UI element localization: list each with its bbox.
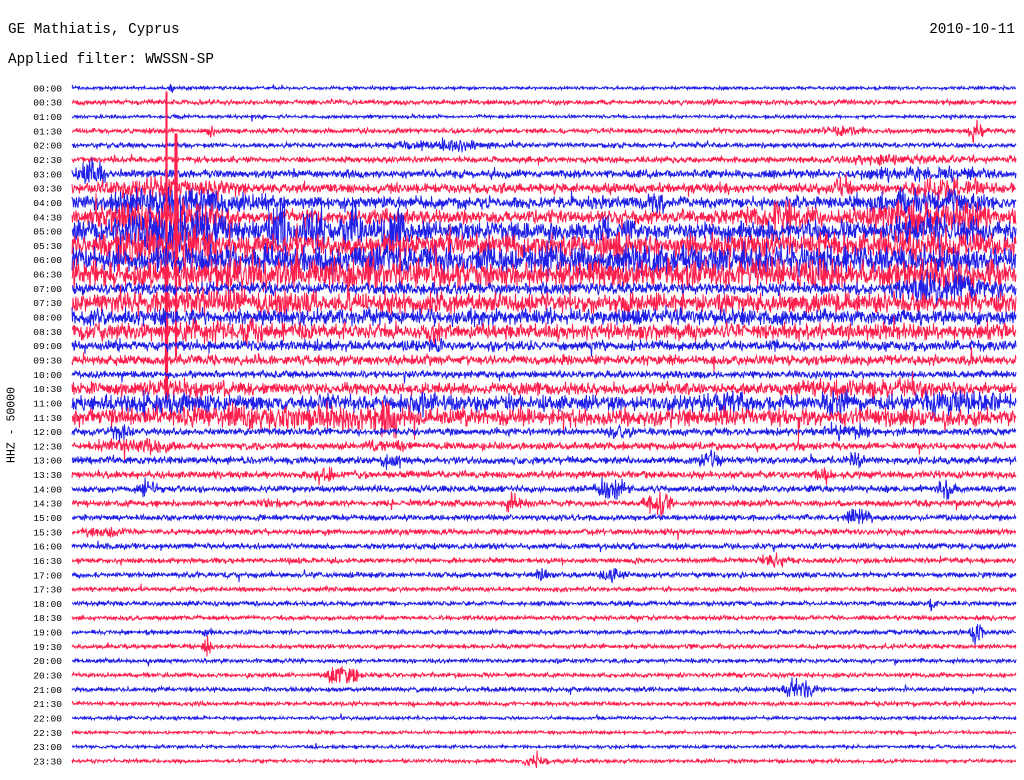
time-label-04-30: 04:30 <box>33 212 62 223</box>
trace-22-00 <box>71 713 1017 722</box>
trace-21-00 <box>71 677 1017 699</box>
time-label-02-30: 02:30 <box>33 155 62 166</box>
time-label-00-30: 00:30 <box>33 98 62 109</box>
time-label-16-30: 16:30 <box>33 556 62 567</box>
trace-19-30 <box>71 635 1017 657</box>
trace-10-00 <box>71 368 1017 384</box>
time-label-12-30: 12:30 <box>33 441 62 452</box>
trace-23-30 <box>71 750 1017 769</box>
traces-layer <box>71 83 1017 769</box>
trace-15-30 <box>71 526 1017 541</box>
time-label-14-00: 14:00 <box>33 484 62 495</box>
time-label-17-00: 17:00 <box>33 570 62 581</box>
time-label-19-00: 19:00 <box>33 628 62 639</box>
trace-18-30 <box>71 613 1017 623</box>
time-label-05-30: 05:30 <box>33 241 62 252</box>
trace-13-00 <box>71 449 1017 471</box>
time-label-20-30: 20:30 <box>33 671 62 682</box>
time-label-21-30: 21:30 <box>33 699 62 710</box>
time-label-10-30: 10:30 <box>33 384 62 395</box>
time-label-03-30: 03:30 <box>33 184 62 195</box>
time-label-06-30: 06:30 <box>33 270 62 281</box>
time-label-06-00: 06:00 <box>33 255 62 266</box>
trace-09-30 <box>71 346 1017 373</box>
time-label-08-00: 08:00 <box>33 313 62 324</box>
trace-20-30 <box>71 666 1017 684</box>
time-label-02-00: 02:00 <box>33 141 62 152</box>
station-title: GE Mathiatis, Cyprus <box>8 22 180 38</box>
time-label-01-00: 01:00 <box>33 112 62 123</box>
time-label-08-30: 08:30 <box>33 327 62 338</box>
trace-01-00 <box>71 112 1017 122</box>
trace-00-00 <box>71 83 1017 93</box>
date-label: 2010-10-11 <box>929 22 1015 38</box>
time-label-10-00: 10:00 <box>33 370 62 381</box>
trace-23-00 <box>71 742 1017 751</box>
time-label-22-30: 22:30 <box>33 728 62 739</box>
time-label-21-00: 21:00 <box>33 685 62 696</box>
time-label-18-30: 18:30 <box>33 613 62 624</box>
time-label-01-30: 01:30 <box>33 126 62 137</box>
trace-00-30 <box>71 97 1017 107</box>
trace-21-30 <box>71 699 1017 709</box>
trace-12-00 <box>71 421 1017 442</box>
helicorder-plot: 00:00 00:30 01:00 01:30 02:00 02:30 03:00 03:30… <box>33 83 1017 769</box>
time-label-13-30: 13:30 <box>33 470 62 481</box>
trace-17-00 <box>71 567 1017 584</box>
trace-22-30 <box>71 728 1017 737</box>
trace-15-00 <box>71 508 1017 525</box>
trace-14-30 <box>71 491 1017 517</box>
time-label-23-30: 23:30 <box>33 756 62 767</box>
time-label-15-00: 15:00 <box>33 513 62 524</box>
time-label-00-00: 00:00 <box>33 83 62 94</box>
trace-18-00 <box>71 598 1017 612</box>
trace-09-00 <box>71 337 1017 357</box>
time-label-22-00: 22:00 <box>33 713 62 724</box>
trace-05-30 <box>71 91 1017 400</box>
time-label-12-00: 12:00 <box>33 427 62 438</box>
time-label-07-00: 07:00 <box>33 284 62 295</box>
time-label-23-00: 23:00 <box>33 742 62 753</box>
time-label-11-30: 11:30 <box>33 413 62 424</box>
time-label-17-30: 17:30 <box>33 585 62 596</box>
time-label-09-30: 09:30 <box>33 355 62 366</box>
time-label-13-00: 13:00 <box>33 456 62 467</box>
trace-13-30 <box>71 466 1017 486</box>
time-label-04-00: 04:00 <box>33 198 62 209</box>
trace-19-00 <box>71 624 1017 646</box>
time-labels-layer: 00:00 00:30 01:00 01:30 02:00 02:30 03:00 03:30… <box>33 83 62 767</box>
filter-label: Applied filter: WWSSN-SP <box>8 52 214 68</box>
time-label-14-30: 14:30 <box>33 499 62 510</box>
time-label-15-30: 15:30 <box>33 527 62 538</box>
time-label-16-00: 16:00 <box>33 542 62 553</box>
time-label-18-00: 18:00 <box>33 599 62 610</box>
time-label-07-30: 07:30 <box>33 298 62 309</box>
time-label-09-00: 09:00 <box>33 341 62 352</box>
trace-14-00 <box>71 476 1017 501</box>
trace-17-30 <box>71 583 1017 594</box>
trace-02-30 <box>71 153 1017 166</box>
y-axis-label: HHZ - 50000 <box>5 387 19 463</box>
trace-20-00 <box>71 656 1017 667</box>
trace-16-30 <box>71 552 1017 568</box>
time-label-05-00: 05:00 <box>33 227 62 238</box>
time-label-11-00: 11:00 <box>33 398 62 409</box>
time-label-03-00: 03:00 <box>33 169 62 180</box>
trace-01-30 <box>71 119 1017 144</box>
trace-02-00 <box>71 137 1017 153</box>
time-label-20-00: 20:00 <box>33 656 62 667</box>
time-label-19-30: 19:30 <box>33 642 62 653</box>
trace-16-00 <box>71 540 1017 553</box>
